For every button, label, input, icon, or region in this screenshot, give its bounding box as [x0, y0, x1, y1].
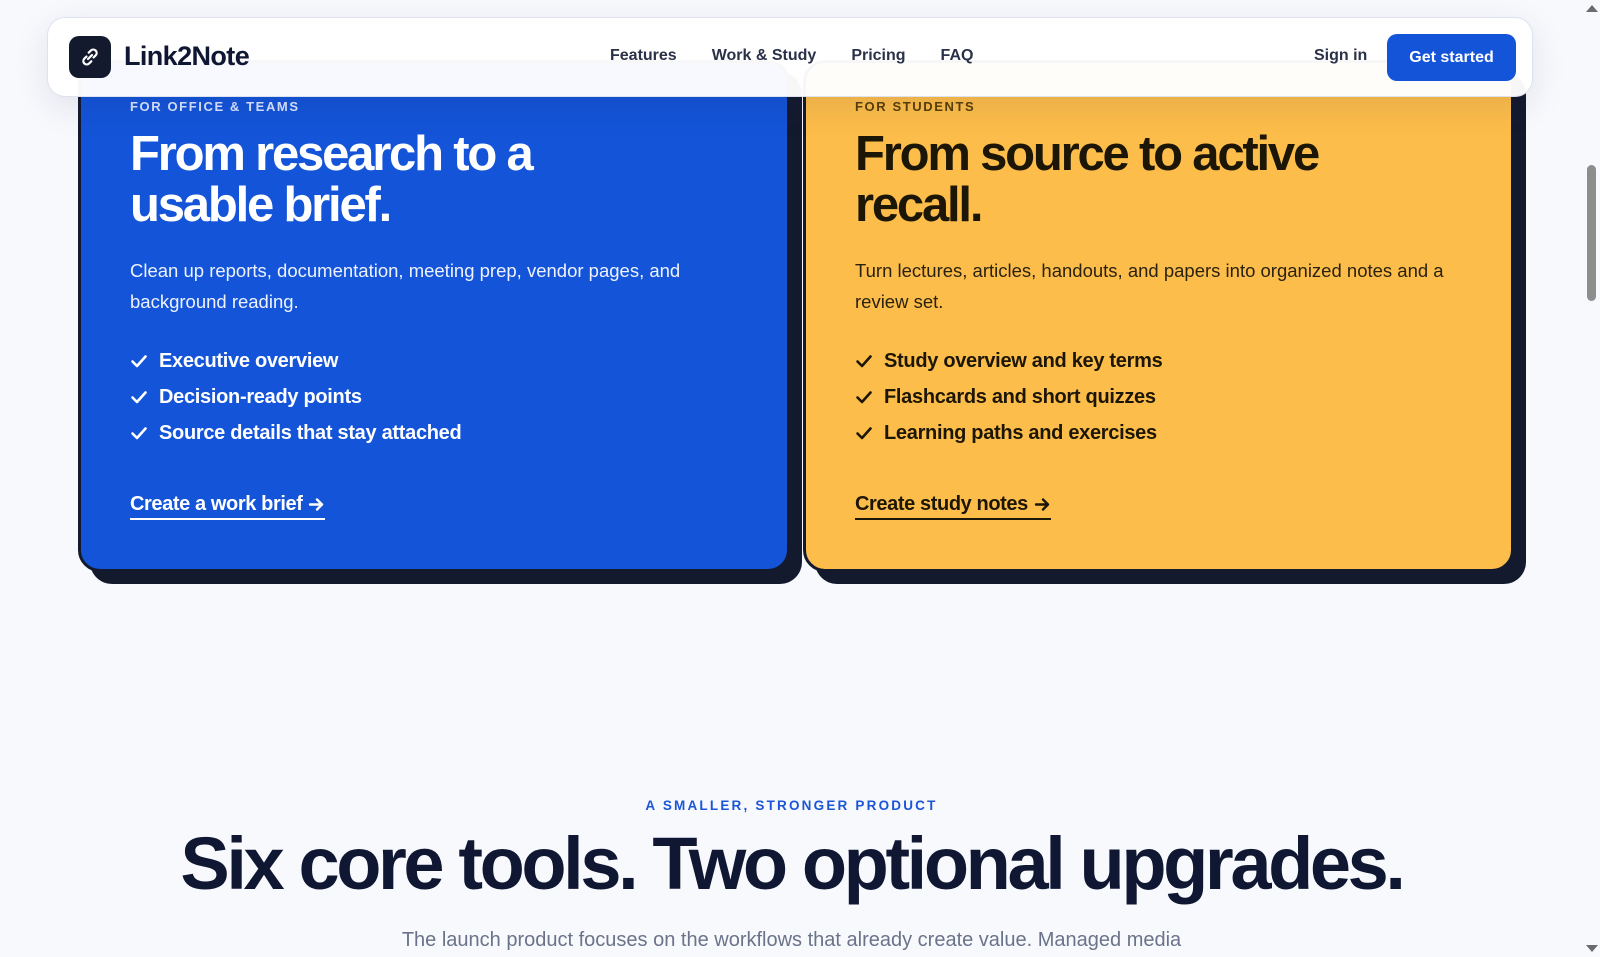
- arrow-right-icon: [309, 498, 324, 511]
- nav-faq[interactable]: FAQ: [941, 47, 974, 65]
- nav-features[interactable]: Features: [610, 47, 677, 65]
- logo-mark[interactable]: [69, 36, 111, 78]
- checkmark-icon: [131, 427, 147, 440]
- scroll-thumb[interactable]: [1587, 165, 1596, 301]
- work-card-eyebrow: FOR OFFICE & TEAMS: [130, 99, 300, 114]
- study-feature-item: Learning paths and exercises: [855, 415, 1463, 451]
- study-feature-list: Study overview and key terms Flashcards …: [855, 343, 1463, 451]
- section-subtitle: The launch product focuses on the workfl…: [401, 929, 1182, 951]
- work-feature-label: Decision-ready points: [159, 385, 362, 408]
- section-title: Six core tools. Two optional upgrades.: [180, 822, 1406, 905]
- create-work-brief-label: Create a work brief: [130, 493, 303, 515]
- checkmark-icon: [856, 427, 872, 440]
- primary-nav: Features Work & Study Pricing FAQ: [610, 47, 973, 65]
- study-card-title-line1: From source to active: [855, 127, 1320, 181]
- nav-pricing[interactable]: Pricing: [851, 47, 905, 65]
- sign-in-link[interactable]: Sign in: [1314, 47, 1367, 65]
- create-study-notes-link[interactable]: Create study notes: [855, 493, 1051, 520]
- page-scrollbar[interactable]: [1583, 0, 1600, 957]
- study-feature-label: Learning paths and exercises: [884, 421, 1157, 444]
- create-study-notes-label: Create study notes: [855, 493, 1028, 515]
- study-feature-label: Flashcards and short quizzes: [884, 385, 1156, 408]
- work-card-description: Clean up reports, documentation, meeting…: [130, 260, 681, 312]
- nav-work-study[interactable]: Work & Study: [712, 47, 817, 65]
- checkmark-icon: [856, 391, 872, 404]
- work-feature-item: Decision-ready points: [130, 379, 739, 415]
- study-card-title: From source to active recall.: [855, 129, 1463, 231]
- work-card-title-line2: usable brief.: [130, 178, 392, 232]
- checkmark-icon: [131, 355, 147, 368]
- work-feature-item: Executive overview: [130, 343, 739, 379]
- checkmark-icon: [856, 355, 872, 368]
- work-feature-item: Source details that stay attached: [130, 415, 739, 451]
- checkmark-icon: [131, 391, 147, 404]
- get-started-button[interactable]: Get started: [1387, 34, 1516, 81]
- scroll-down-arrow-icon[interactable]: [1586, 945, 1598, 952]
- arrow-right-icon: [1034, 498, 1050, 511]
- study-feature-item: Study overview and key terms: [855, 343, 1463, 379]
- chain-link-icon: [82, 48, 98, 66]
- study-card-title-line2: recall.: [855, 178, 983, 232]
- work-card-wrapper: FOR OFFICE & TEAMS From research to a us…: [78, 60, 802, 584]
- work-card-title-line1: From research to a: [130, 127, 534, 181]
- study-feature-item: Flashcards and short quizzes: [855, 379, 1463, 415]
- work-feature-label: Source details that stay attached: [159, 421, 462, 444]
- work-card: FOR OFFICE & TEAMS From research to a us…: [78, 60, 790, 572]
- work-feature-list: Executive overview Decision-ready points…: [130, 343, 739, 451]
- scroll-up-arrow-icon[interactable]: [1586, 5, 1598, 12]
- brand-name[interactable]: Link2Note: [124, 41, 250, 72]
- work-card-title: From research to a usable brief.: [130, 129, 739, 231]
- site-header: Link2Note Features Work & Study Pricing …: [47, 17, 1533, 97]
- work-feature-label: Executive overview: [159, 349, 339, 372]
- study-card: FOR STUDENTS From source to active recal…: [803, 60, 1514, 572]
- study-card-eyebrow: FOR STUDENTS: [855, 99, 976, 114]
- study-feature-label: Study overview and key terms: [884, 349, 1163, 372]
- study-card-wrapper: FOR STUDENTS From source to active recal…: [803, 60, 1526, 584]
- section-eyebrow: A SMALLER, STRONGER PRODUCT: [645, 798, 938, 813]
- create-work-brief-link[interactable]: Create a work brief: [130, 493, 326, 520]
- study-card-description: Turn lectures, articles, handouts, and p…: [855, 260, 1444, 312]
